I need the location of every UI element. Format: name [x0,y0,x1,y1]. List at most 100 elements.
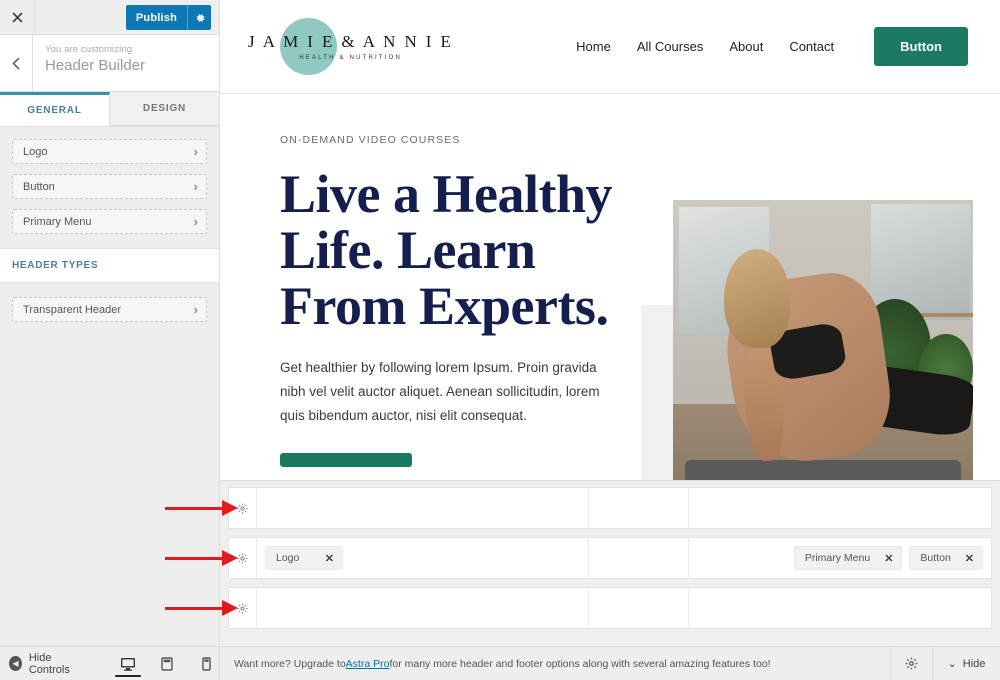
upgrade-suffix: for many more header and footer options … [389,657,771,670]
publish-button[interactable]: Publish [125,5,187,30]
chevron-right-icon: › [193,302,198,317]
publish-settings-gear-icon[interactable] [187,5,211,30]
gear-icon [237,603,248,613]
device-mobile-button[interactable] [193,656,219,677]
close-customizer-button[interactable] [0,0,35,34]
publish-group: Publish [125,5,211,30]
remove-icon[interactable]: ✕ [325,552,334,565]
hero-title: Live a Healthy Life. Learn From Experts. [280,164,612,337]
sidebar-item-transparent-header[interactable]: Transparent Header › [12,297,207,322]
device-active-underline [154,675,180,677]
sidebar-item-button[interactable]: Button › [12,174,207,199]
logo-main-text: J A M I E & A N N I E [248,32,454,51]
chip-label: Logo [276,552,300,564]
device-preview-switcher [115,647,219,680]
hero-content: ON-DEMAND VIDEO COURSES Live a Healthy L… [220,94,650,480]
chevron-right-icon: › [193,144,198,159]
panel-tabs: GENERAL DESIGN [0,92,219,127]
gear-icon [905,657,918,670]
sidebar-item-logo[interactable]: Logo › [12,139,207,164]
customizer-app: Publish You are customizing Header Build… [0,0,1000,680]
panel-titles: You are customizing Header Builder [33,35,145,91]
header-cta-button[interactable]: Button [874,27,968,66]
remove-icon[interactable]: ✕ [965,552,974,565]
logo-text: J A M I E & A N N I E HEALTH & NUTRITION [240,32,453,61]
builder-chip-logo[interactable]: Logo ✕ [265,546,343,570]
footer-hide-button[interactable]: ⌄ Hide [932,647,1000,680]
hero-section: ON-DEMAND VIDEO COURSES Live a Healthy L… [220,94,1000,552]
annotation-arrow-row-1 [165,500,238,516]
device-active-underline [193,675,219,677]
panel-body: Logo › Button › Primary Menu › HEADER TY… [0,127,219,680]
nav-link-contact[interactable]: Contact [789,39,834,54]
builder-row-below-header[interactable] [228,587,992,629]
primary-nav: Home All Courses About Contact Button [576,27,968,66]
back-button[interactable] [0,35,33,91]
mobile-icon [201,656,211,671]
builder-col-center[interactable] [589,538,689,578]
builder-row-primary-header[interactable]: Logo ✕ Primary Menu ✕ Button ✕ [228,537,992,579]
builder-chip-button[interactable]: Button ✕ [909,546,983,570]
site-preview: J A M I E & A N N I E HEALTH & NUTRITION… [220,0,1000,680]
sidebar-item-label: Primary Menu [23,215,92,228]
builder-col-center[interactable] [589,488,689,528]
upgrade-notice: Want more? Upgrade to Astra Pro for many… [220,647,890,680]
tablet-icon [161,656,173,671]
builder-chip-primary-menu[interactable]: Primary Menu ✕ [793,546,903,570]
panel-header: You are customizing Header Builder [0,35,219,92]
sidebar-item-label: Transparent Header [23,303,122,316]
builder-col-center[interactable] [589,588,689,628]
customizer-sidebar: Publish You are customizing Header Build… [0,0,220,680]
gear-icon [196,13,204,22]
sidebar-item-primary-menu[interactable]: Primary Menu › [12,209,207,234]
builder-col-right[interactable] [689,588,991,628]
astra-pro-link[interactable]: Astra Pro [346,658,390,670]
chevron-right-icon: › [193,179,198,194]
tab-design[interactable]: DESIGN [110,92,219,126]
hide-controls-icon[interactable]: ◀ [9,656,22,671]
builder-col-left[interactable]: Logo ✕ [257,538,589,578]
builder-col-right[interactable]: Primary Menu ✕ Button ✕ [689,538,991,578]
chevron-left-icon [12,56,20,70]
nav-link-home[interactable]: Home [576,39,611,54]
annotation-arrow-row-3 [165,600,238,616]
site-header: J A M I E & A N N I E HEALTH & NUTRITION… [220,0,1000,94]
sidebar-item-label: Button [23,180,55,193]
device-desktop-button[interactable] [115,657,141,677]
builder-col-right[interactable] [689,488,991,528]
footer-hide-label: Hide [962,657,986,670]
photo-figure-hair [724,249,790,348]
gear-icon [237,553,248,563]
builder-row-above-header[interactable] [228,487,992,529]
annotation-arrow-row-2 [165,550,238,566]
site-logo[interactable]: J A M I E & A N N I E HEALTH & NUTRITION [240,0,451,94]
hero-image-area [641,200,1000,552]
device-tablet-button[interactable] [154,656,180,677]
chip-label: Primary Menu [804,552,871,564]
nav-link-all-courses[interactable]: All Courses [637,39,703,54]
chevron-right-icon: › [193,214,198,229]
header-builder-panel: Logo ✕ Primary Menu ✕ Button ✕ [220,480,1000,646]
section-title: HEADER TYPES [12,260,99,271]
upgrade-prefix: Want more? Upgrade to [234,657,346,670]
customizer-topbar: Publish [0,0,219,35]
nav-link-about[interactable]: About [729,39,763,54]
device-active-underline [115,674,141,677]
customizer-footer: ◀ Hide Controls Want more? Upgrade to As… [0,646,1000,680]
remove-icon[interactable]: ✕ [884,552,893,565]
chip-label: Button [920,552,951,564]
hero-cta-button[interactable] [280,453,412,468]
hide-controls-label[interactable]: Hide Controls [29,652,86,676]
panel-kicker: You are customizing [45,44,133,55]
chevron-down-icon: ⌄ [947,658,957,670]
builder-col-left[interactable] [257,488,589,528]
hero-kicker: ON-DEMAND VIDEO COURSES [280,134,461,146]
close-icon [11,11,23,23]
sidebar-item-label: Logo [23,145,48,158]
footer-settings-button[interactable] [890,647,932,680]
builder-col-left[interactable] [257,588,589,628]
tab-general[interactable]: GENERAL [0,92,110,126]
logo-sub-text: HEALTH & NUTRITION [299,55,403,61]
gear-icon [237,503,248,513]
hero-body-text: Get healthier by following lorem Ipsum. … [280,360,600,423]
